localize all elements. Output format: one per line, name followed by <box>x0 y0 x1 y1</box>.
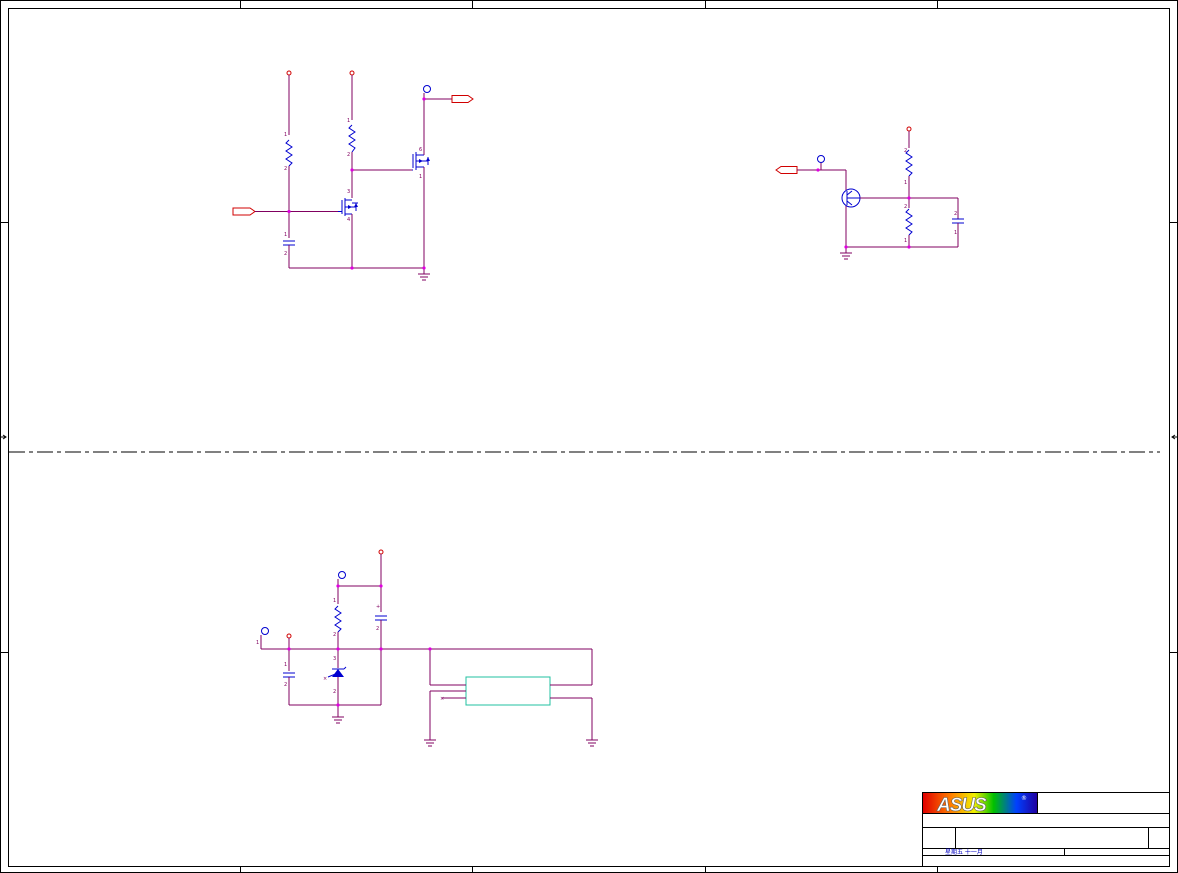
drawing-frame <box>0 0 1178 873</box>
junction-dot <box>379 647 383 651</box>
pin-number: 2 <box>284 251 287 257</box>
no-connect-mark: × <box>440 696 444 702</box>
power-pin <box>906 126 912 132</box>
pin-number: 1 <box>333 598 336 604</box>
no-connect-mark: × <box>323 676 327 682</box>
pin-number: 1 <box>284 662 287 668</box>
ground-symbol <box>586 739 598 747</box>
power-port <box>261 627 269 635</box>
pin-number: 2 <box>333 689 336 695</box>
sheet-date: 星期五 十一月 <box>945 848 983 856</box>
mosfet-transistor <box>338 198 358 216</box>
junction-dot <box>350 266 354 270</box>
pin-number: 2 <box>284 166 287 172</box>
pin-number: 2 <box>954 211 957 217</box>
pin-number: 1 <box>347 118 350 124</box>
pin-number: 2 <box>904 204 907 210</box>
junction-dot <box>336 647 340 651</box>
ground-symbol <box>332 716 344 724</box>
pin-number: 2 <box>347 152 350 158</box>
power-port <box>338 571 346 579</box>
power-port <box>817 155 825 163</box>
output-port-connector <box>451 95 474 103</box>
junction-dot <box>379 584 383 588</box>
shunt-reference-diode <box>327 666 347 678</box>
resistor <box>334 605 342 633</box>
asus-logo: ASUS ® <box>923 793 1037 816</box>
pin-number: 2 <box>904 148 907 154</box>
junction-dot <box>336 584 340 588</box>
junction-dot <box>907 245 911 249</box>
power-port <box>423 85 431 93</box>
pin-number: 2 <box>376 626 379 632</box>
ground-symbol <box>840 252 852 260</box>
pin-number: 4 <box>347 217 350 223</box>
shunt-regulator-circuit: 1 2 + 2 1 2 3 2 × × 1 <box>256 549 598 747</box>
bjt-driver-circuit: 2 1 2 1 2 1 <box>775 126 964 260</box>
ground-symbol <box>418 273 430 281</box>
npn-transistor <box>841 188 861 208</box>
pin-number: 6 <box>419 147 422 153</box>
pin-number: 1 <box>954 230 957 236</box>
output-port-connector <box>775 166 798 174</box>
power-pin <box>378 549 384 555</box>
junction-dot <box>428 647 432 651</box>
power-pin <box>286 633 292 639</box>
mosfet-transistor <box>412 152 430 171</box>
logo-wordmark: ASUS <box>936 795 987 816</box>
pin-number: 2 <box>333 632 336 638</box>
schematic-sheet: 1 2 1 2 1 2 3 4 6 1 2 1 2 1 2 1 1 2 + 2 … <box>0 0 1178 873</box>
ic-package <box>465 676 551 706</box>
power-pin <box>286 70 292 76</box>
registered-mark: ® <box>1021 795 1027 802</box>
power-pin <box>349 70 355 76</box>
pin-number: 3 <box>333 656 336 662</box>
junction-dot <box>844 245 848 249</box>
junction-dot <box>907 196 911 200</box>
pin-number: 2 <box>284 682 287 688</box>
pin-number: 1 <box>284 232 287 238</box>
junction-dot <box>287 647 291 651</box>
pin-number: + <box>376 604 380 610</box>
pin-number: 1 <box>904 238 907 244</box>
junction-dot <box>816 168 820 172</box>
pin-number: 1 <box>256 640 259 646</box>
pin-number: 1 <box>904 180 907 186</box>
junction-dot <box>422 266 426 270</box>
mosfet-switch-circuit: 1 2 1 2 1 2 3 4 6 1 <box>232 70 474 281</box>
resistor <box>285 139 293 167</box>
pin-number: 1 <box>284 132 287 138</box>
junction-dot <box>336 703 340 707</box>
junction-dot <box>422 97 426 101</box>
input-port-connector <box>232 207 256 216</box>
resistor <box>348 124 356 153</box>
pin-number: 3 <box>347 189 350 195</box>
title-block: ASUS ® 星期五 十一月 <box>922 792 1170 867</box>
pin-number: 1 <box>419 174 422 180</box>
junction-dot <box>287 209 291 214</box>
resistor <box>905 208 913 236</box>
ground-symbol <box>424 739 436 747</box>
junction-dot <box>350 168 354 172</box>
